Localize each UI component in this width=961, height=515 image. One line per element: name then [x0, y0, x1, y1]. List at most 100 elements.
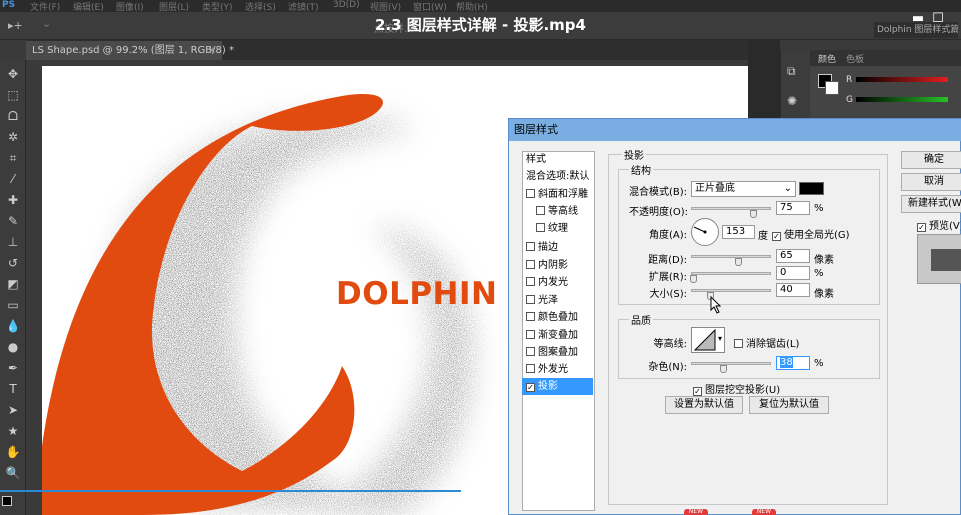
size-input[interactable]: 40	[776, 283, 810, 297]
menu-window[interactable]: 窗口(W)	[413, 0, 447, 12]
distance-slider[interactable]	[691, 255, 771, 258]
lasso-tool-icon[interactable]: ᗝ	[3, 108, 23, 125]
eyedropper-tool-icon[interactable]: ⁄	[3, 171, 23, 188]
blend-mode-select[interactable]: 正片叠底 ⌄	[691, 181, 796, 197]
type-tool-icon[interactable]: T	[3, 381, 23, 398]
checkbox-icon[interactable]	[536, 223, 545, 232]
noise-slider-thumb[interactable]	[720, 365, 727, 373]
knockout-checkbox[interactable]: ✓ 图层挖空投影(U)	[693, 381, 780, 396]
brush-tool-icon[interactable]: ✎	[3, 213, 23, 230]
global-light-checkbox[interactable]: ✓ 使用全局光(G)	[772, 226, 850, 241]
checkbox-icon[interactable]	[536, 206, 545, 215]
pen-tool-icon[interactable]: ✒	[3, 360, 23, 377]
checkbox-icon[interactable]	[526, 189, 535, 198]
noise-slider[interactable]	[691, 362, 771, 365]
menu-view[interactable]: 视图(V)	[370, 0, 401, 12]
menu-edit[interactable]: 编辑(E)	[73, 0, 104, 12]
red-slider[interactable]	[856, 77, 948, 82]
blur-tool-icon[interactable]: 💧	[3, 318, 23, 335]
menu-help[interactable]: 帮助(H)	[456, 0, 488, 12]
maximize-icon[interactable]: ☐	[931, 12, 945, 26]
list-item-bevel-emboss[interactable]: 斜面和浮雕	[522, 186, 593, 203]
angle-dial[interactable]	[691, 218, 719, 246]
shadow-color-swatch[interactable]	[799, 182, 824, 195]
list-item-color-overlay[interactable]: 颜色叠加	[522, 309, 593, 326]
menu-image[interactable]: 图像(I)	[116, 0, 144, 12]
foreground-color-swatch[interactable]	[2, 496, 12, 506]
tab-swatches[interactable]: 色板	[846, 52, 864, 65]
menu-layer[interactable]: 图层(L)	[159, 0, 189, 12]
gradient-tool-icon[interactable]: ▭	[3, 297, 23, 314]
size-slider[interactable]	[691, 289, 771, 292]
video-progress-bar[interactable]	[0, 490, 462, 492]
opacity-slider[interactable]	[691, 207, 771, 210]
new-badge: NEW	[684, 509, 708, 515]
angle-input[interactable]: 153	[722, 225, 755, 239]
checkbox-icon[interactable]	[526, 347, 535, 356]
green-slider[interactable]	[856, 97, 948, 102]
checkbox-icon[interactable]	[526, 260, 535, 269]
hand-tool-icon[interactable]: ✋	[3, 444, 23, 461]
new-style-button[interactable]: 新建样式(W)...	[901, 195, 961, 213]
checkbox-icon[interactable]	[526, 242, 535, 251]
preview-checkbox[interactable]: ✓ 预览(V)	[917, 217, 961, 232]
marquee-tool-icon[interactable]: ⬚	[3, 87, 23, 104]
tab-color[interactable]: 颜色	[818, 52, 836, 65]
close-tab-icon[interactable]: ×	[208, 41, 216, 60]
checkbox-icon[interactable]	[526, 312, 535, 321]
checkbox-icon[interactable]	[526, 295, 535, 304]
healing-brush-tool-icon[interactable]: ✚	[3, 192, 23, 209]
spread-input[interactable]: 0	[776, 266, 810, 280]
contour-picker[interactable]: ▾	[691, 327, 725, 353]
shape-tool-icon[interactable]: ★	[3, 423, 23, 440]
ok-button[interactable]: 确定	[901, 151, 961, 169]
spread-slider[interactable]	[691, 272, 771, 275]
zoom-tool-icon[interactable]: 🔍	[3, 465, 23, 482]
cancel-button[interactable]: 取消	[901, 173, 961, 191]
opacity-input[interactable]: 75	[776, 201, 810, 215]
background-color[interactable]	[825, 81, 839, 95]
list-item-outer-glow[interactable]: 外发光	[522, 361, 593, 378]
noise-input[interactable]: 38	[776, 356, 810, 370]
list-item-texture[interactable]: 纹理	[522, 220, 593, 237]
list-item-contour[interactable]: 等高线	[522, 203, 593, 220]
move-tool-icon[interactable]: ✥	[3, 66, 23, 83]
menu-file[interactable]: 文件(F)	[30, 0, 60, 12]
distance-input[interactable]: 65	[776, 249, 810, 263]
list-item-drop-shadow[interactable]: ✓ 投影	[522, 378, 593, 395]
history-brush-tool-icon[interactable]: ↺	[3, 255, 23, 272]
checkbox-icon[interactable]	[526, 364, 535, 373]
menu-filter[interactable]: 滤镜(T)	[288, 0, 319, 12]
list-item-blending-options[interactable]: 混合选项:默认	[522, 168, 593, 185]
menu-select[interactable]: 选择(S)	[245, 0, 276, 12]
eraser-tool-icon[interactable]: ◩	[3, 276, 23, 293]
checkbox-icon[interactable]	[526, 277, 535, 286]
spread-slider-thumb[interactable]	[690, 275, 697, 283]
list-item-satin[interactable]: 光泽	[522, 292, 593, 309]
clone-stamp-tool-icon[interactable]: ⊥	[3, 234, 23, 251]
list-item-pattern-overlay[interactable]: 图案叠加	[522, 344, 593, 361]
menu-3d[interactable]: 3D(D)	[333, 0, 360, 10]
checkbox-checked-icon[interactable]: ✓	[526, 383, 535, 392]
reset-default-button[interactable]: 复位为默认值	[749, 396, 829, 414]
menu-type[interactable]: 类型(Y)	[202, 0, 233, 12]
path-selection-tool-icon[interactable]: ➤	[3, 402, 23, 419]
antialias-checkbox[interactable]: 消除锯齿(L)	[734, 335, 799, 350]
list-item-styles[interactable]: 样式	[522, 151, 593, 168]
checkbox-icon[interactable]	[526, 330, 535, 339]
list-item-stroke[interactable]: 描边	[522, 239, 593, 256]
dodge-tool-icon[interactable]: ●	[3, 339, 23, 356]
history-panel-icon[interactable]: ⧉	[787, 64, 796, 79]
list-item-inner-shadow[interactable]: 内阴影	[522, 257, 593, 274]
magic-wand-tool-icon[interactable]: ✲	[3, 129, 23, 146]
list-item-inner-glow[interactable]: 内发光	[522, 274, 593, 291]
minimize-icon[interactable]: ▬	[911, 12, 925, 26]
make-default-button[interactable]: 设置为默认值	[665, 396, 743, 414]
document-tab[interactable]: LS Shape.psd @ 99.2% (图层 1, RGB/8) * ×	[26, 41, 234, 60]
actions-panel-icon[interactable]: ✺	[787, 94, 797, 108]
crop-tool-icon[interactable]: ⌗	[3, 150, 23, 167]
distance-slider-thumb[interactable]	[735, 258, 742, 266]
list-item-label: 描边	[538, 242, 558, 253]
list-item-gradient-overlay[interactable]: 渐变叠加	[522, 327, 593, 344]
opacity-slider-thumb[interactable]	[750, 210, 757, 218]
